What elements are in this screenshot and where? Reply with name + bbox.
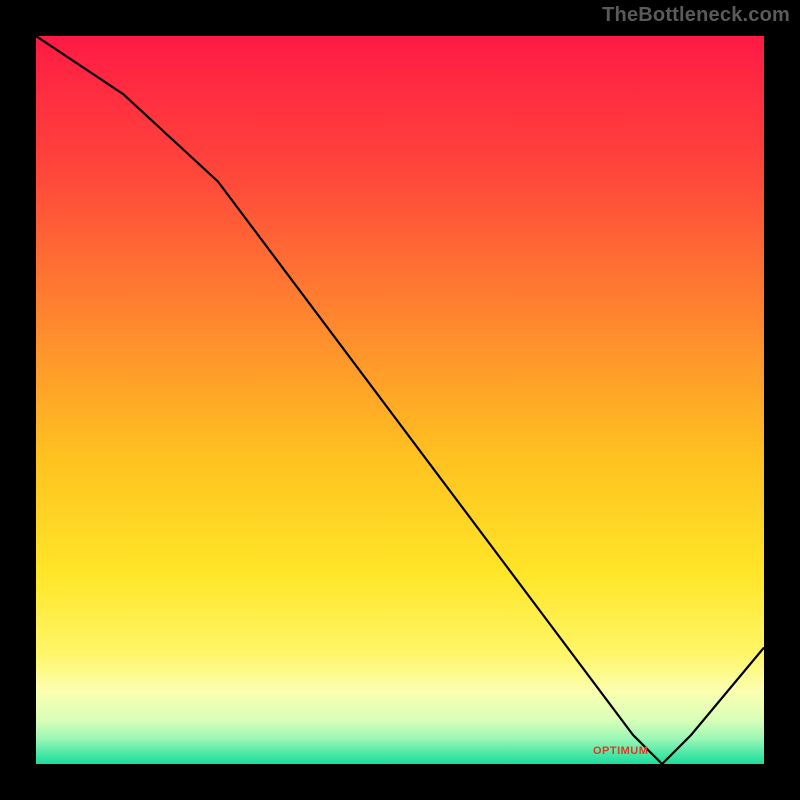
plot-area: OPTIMUM — [36, 36, 764, 764]
optimum-label: OPTIMUM — [593, 745, 648, 757]
bottleneck-curve — [36, 36, 764, 764]
watermark-text: TheBottleneck.com — [602, 4, 790, 27]
